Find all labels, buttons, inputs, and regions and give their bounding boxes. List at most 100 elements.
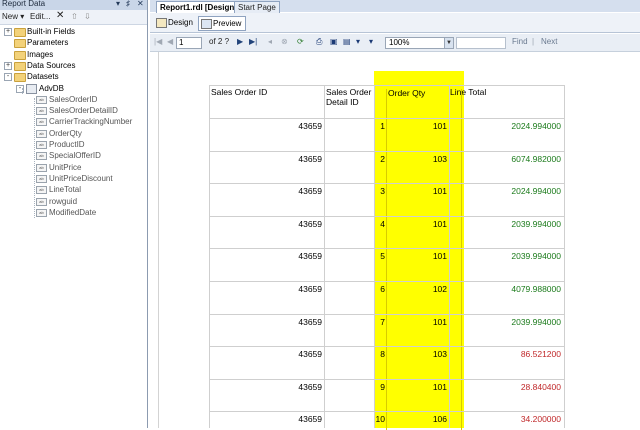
tree-item-label: SpecialOfferID [49, 151, 101, 161]
cell-line-total: 2039.994000 [511, 316, 561, 327]
report-viewer-toolbar: |◀ ◀ 1 of 2 ? ▶ ▶| ◂ ⊗ ⟳ ⎙ ▣ ▤ ▾ ▾ 100% … [150, 34, 640, 52]
close-icon[interactable]: ✕ [137, 0, 144, 8]
tab-preview-label: Preview [213, 19, 242, 28]
new-button[interactable]: New ▾ [2, 12, 24, 21]
chevron-down-icon[interactable]: ▼ [444, 38, 453, 48]
table-row-divider [209, 281, 564, 282]
cell-detail-id: 4 [380, 218, 385, 229]
tab-preview[interactable]: Preview [198, 16, 247, 31]
tree-item-label: AdvDB [39, 83, 64, 93]
table-row-divider [209, 346, 564, 348]
page-margin-line [158, 52, 159, 428]
table-row-divider [209, 215, 564, 217]
cell-order-qty: 102 [432, 284, 447, 294]
cell-sales-order-id: 43659 [298, 381, 322, 392]
cell-line-total: 86.521200 [520, 349, 561, 360]
cell-sales-order-id: 43659 [298, 414, 322, 425]
delete-icon[interactable]: ✕ [56, 10, 64, 21]
tab-start-page[interactable]: Start Page [234, 1, 280, 13]
tree-item-label: ModifiedDate [49, 207, 97, 217]
move-down-icon[interactable]: ⇩ [84, 12, 91, 21]
page-setup-icon[interactable]: ▤ [343, 37, 351, 47]
page-number-input[interactable]: 1 [176, 37, 202, 49]
stop-icon[interactable]: ⊗ [281, 37, 288, 47]
last-page-icon[interactable]: ▶| [249, 37, 257, 47]
tree-item-label: ProductID [49, 140, 85, 149]
table-top-border [209, 85, 564, 86]
move-up-icon[interactable]: ⇧ [71, 12, 78, 21]
export-icon[interactable]: ▾ [356, 37, 360, 47]
tree-connector [22, 88, 23, 94]
pane-title: Report Data [2, 0, 46, 8]
folder-icon [14, 73, 26, 83]
field-icon: ab [36, 197, 47, 206]
cell-sales-order-id: 43659 [298, 316, 322, 327]
cell-detail-id: 6 [380, 284, 385, 294]
tree-item-label: Datasets [27, 72, 59, 82]
dataset-icon [26, 83, 37, 94]
folder-icon [14, 28, 26, 37]
cell-order-qty: 101 [432, 251, 447, 262]
expand-icon[interactable]: + [4, 28, 12, 36]
cell-line-total: 28.840400 [520, 381, 561, 392]
cell-order-qty: 101 [432, 381, 447, 392]
pin-icon[interactable]: ♯ [126, 0, 130, 8]
cell-order-qty: 103 [432, 349, 447, 360]
folder-icon [14, 50, 26, 60]
header-sales-order-id: Sales Order ID [211, 87, 268, 97]
cell-line-total: 2039.994000 [511, 251, 561, 262]
cell-line-total: 2024.994000 [511, 121, 561, 131]
cell-order-qty: 101 [432, 218, 447, 229]
cell-detail-id: 1 [380, 121, 385, 131]
tab-report-design[interactable]: Report1.rdl [Design] [156, 1, 241, 13]
first-page-icon[interactable]: |◀ [154, 37, 162, 47]
dropdown-icon[interactable]: ▾ [116, 0, 120, 8]
table-row-divider [209, 411, 564, 413]
find-link[interactable]: Find [512, 37, 528, 47]
toolbar-separator: | [532, 37, 535, 46]
cell-detail-id: 3 [380, 186, 385, 197]
zoom-dropdown-icon[interactable]: ▾ [369, 37, 373, 47]
report-preview-canvas: Sales Order ID Sales Order Detail ID Order… [150, 52, 640, 430]
print-icon[interactable]: ⎙ [316, 37, 322, 47]
cell-sales-order-id: 43659 [298, 121, 322, 131]
print-layout-icon[interactable]: ▣ [330, 37, 338, 47]
cell-order-qty: 103 [432, 153, 447, 164]
tree-item-label: rowguid [49, 196, 78, 206]
refresh-icon[interactable]: ⟳ [297, 37, 304, 47]
cell-detail-id: 9 [380, 381, 385, 392]
edit-button[interactable]: Edit... [30, 12, 50, 21]
view-tab-bar: Design Preview [150, 13, 640, 33]
back-icon[interactable]: ◂ [268, 37, 272, 47]
cell-sales-order-id: 43659 [298, 251, 322, 262]
tree-item-label: LineTotal [49, 185, 82, 195]
tree-item-label: Built-in Fields [27, 27, 76, 36]
next-link[interactable]: Next [541, 37, 557, 47]
zoom-select[interactable]: 100% ▼ [385, 37, 454, 49]
cell-sales-order-id: 43659 [298, 284, 322, 294]
field-icon: ab [36, 186, 47, 195]
next-page-icon[interactable]: ▶ [237, 37, 243, 47]
tree-item-label: UnitPrice [49, 162, 82, 172]
table-column-divider [324, 85, 325, 428]
header-line-total: Line Total [450, 87, 487, 97]
cell-detail-id: 2 [380, 153, 385, 164]
document-tab-strip: Report1.rdl [Design] Start Page [150, 0, 640, 13]
cell-line-total: 4079.988000 [511, 284, 561, 294]
collapse-icon[interactable]: - [4, 73, 12, 82]
design-icon [156, 18, 167, 28]
field-icon: ab [36, 163, 47, 172]
cell-sales-order-id: 43659 [298, 218, 322, 229]
tree-item-label: Data Sources [27, 60, 76, 70]
previous-page-icon[interactable]: ◀ [167, 37, 173, 47]
report-data-pane: Report Data ▾ ♯ ✕ New ▾ Edit... ✕ ⇧ ⇩ + B… [0, 0, 148, 428]
field-icon: ab [36, 174, 47, 183]
cell-line-total: 6074.982000 [511, 153, 561, 164]
tab-design[interactable]: Design [154, 16, 197, 29]
table-row-divider [209, 248, 564, 250]
expand-icon[interactable]: + [4, 61, 12, 70]
header-order-qty: Order Qty [388, 88, 426, 98]
find-input[interactable] [456, 37, 506, 49]
header-sales-order-detail-id: Sales Order Detail ID [326, 87, 372, 107]
folder-icon [14, 61, 26, 71]
